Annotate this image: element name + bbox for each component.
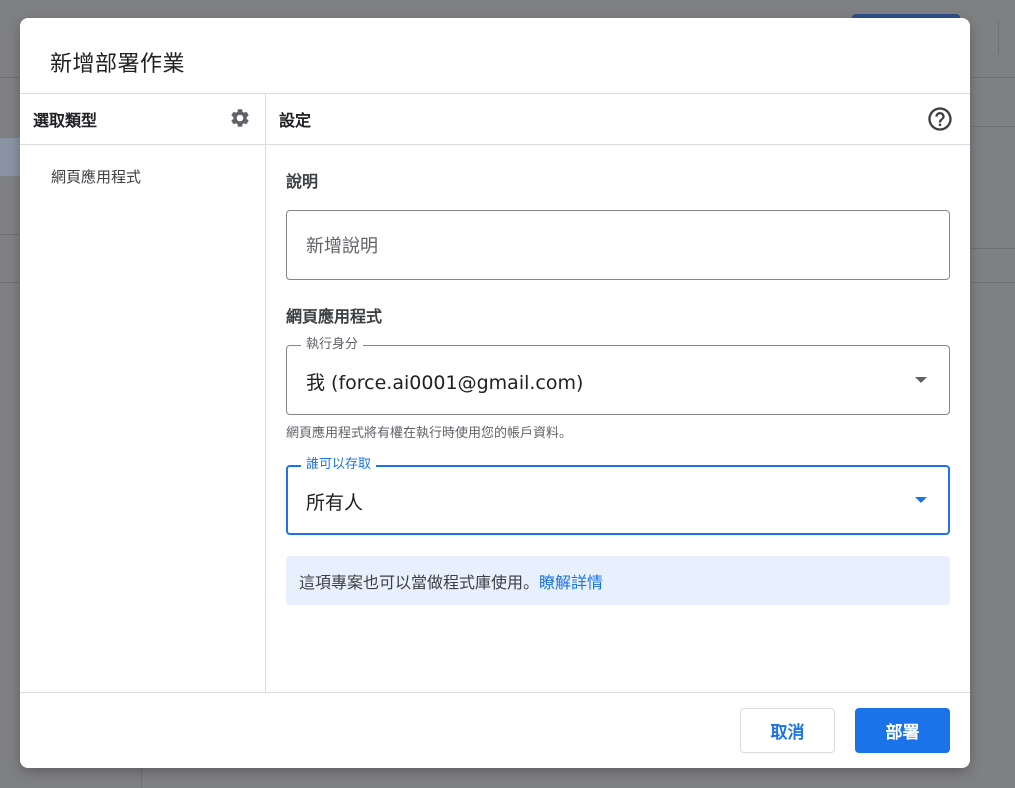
background-divider [998,20,999,54]
deploy-button[interactable]: 部署 [855,708,950,753]
execute-as-value: 我 (force.ai0001@gmail.com) [306,372,584,394]
library-info-text: 這項專案也可以當做程式庫使用。 [299,572,540,592]
column-divider [265,93,266,692]
description-label: 說明 [286,172,319,191]
web-app-section-label: 網頁應用程式 [286,307,383,326]
background-divider [0,234,20,235]
type-item-web-app[interactable]: 網頁應用程式 [51,166,141,187]
background-divider [970,126,1015,127]
gear-icon[interactable] [229,107,251,129]
new-deployment-dialog: 新增部署作業 選取類型 網頁應用程式 設定 說明 新增說明 網頁應用程式 執行身… [20,18,970,768]
header-divider [20,93,970,94]
dialog-title: 新增部署作業 [50,52,186,77]
help-circle-icon[interactable] [926,105,954,133]
who-has-access-select[interactable]: 誰可以存取 所有人 [286,456,950,535]
learn-more-link[interactable]: 瞭解詳情 [539,569,603,593]
chevron-down-icon [915,497,927,503]
background-divider [970,248,1015,249]
subheader-divider [20,144,970,145]
background-selected-row [0,138,20,176]
who-has-access-value: 所有人 [306,492,364,514]
description-input[interactable]: 新增說明 [286,210,950,280]
execute-as-helper-text: 網頁應用程式將有權在執行時使用您的帳戶資料。 [286,426,573,441]
select-type-heading: 選取類型 [33,111,98,130]
cancel-button[interactable]: 取消 [740,708,835,753]
background-divider [141,768,142,788]
chevron-down-icon [915,377,927,383]
execute-as-label: 執行身分 [301,336,364,354]
execute-as-select[interactable]: 執行身分 我 (force.ai0001@gmail.com) [286,336,950,415]
who-has-access-label: 誰可以存取 [301,456,377,474]
footer-divider [20,692,970,693]
settings-heading: 設定 [279,111,312,130]
library-info-banner: 這項專案也可以當做程式庫使用。 瞭解詳情 [286,556,950,605]
